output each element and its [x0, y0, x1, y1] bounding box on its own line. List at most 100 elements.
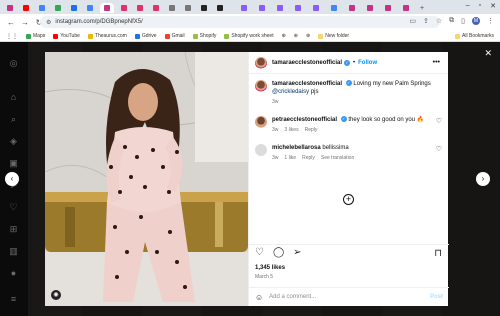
like-count[interactable]: 1,345 likes [255, 265, 285, 271]
bookmark-thesaurus[interactable]: Theaurus.com [87, 33, 127, 39]
browser-tab[interactable] [238, 3, 250, 13]
reply-button[interactable]: Reply [302, 154, 315, 162]
maximize-icon[interactable]: ▫ [479, 2, 481, 10]
comment-input[interactable]: Add a comment... [269, 294, 430, 300]
post-comment-button[interactable]: Post [430, 294, 443, 300]
close-window-icon[interactable]: ✕ [490, 2, 496, 10]
browser-toolbar: ← → ↻ ⚙ instagram.com/p/DGBpnepNfX5/ ▭ ⇪… [0, 14, 500, 31]
bookmark-globe-3[interactable]: ⊕ [306, 33, 310, 39]
caption-author[interactable]: tamaraecclestoneofficial [272, 81, 342, 87]
browser-tab[interactable] [292, 3, 304, 13]
comment-username[interactable]: michelebellarosa [272, 145, 321, 151]
emoji-picker-icon[interactable]: ☺ [255, 293, 263, 302]
new-tab-plus-icon[interactable]: + [416, 3, 428, 13]
save-bookmark-icon[interactable]: ⊓ [434, 248, 442, 259]
load-more-comments-icon[interactable]: + [343, 194, 354, 205]
post-photo[interactable]: ◉ [45, 52, 248, 306]
all-bookmarks[interactable]: All Bookmarks [455, 33, 494, 39]
like-comment-heart-icon[interactable]: ♡ [436, 117, 442, 125]
comment-icon[interactable]: ◯ [273, 247, 284, 258]
window-light [195, 52, 248, 162]
tagged-user-icon[interactable]: ◉ [51, 290, 61, 300]
caption-text: Loving my new Palm Springs [353, 81, 431, 87]
browser-tab[interactable] [328, 3, 340, 13]
browser-tab[interactable] [274, 3, 286, 13]
bookmark-globe-1[interactable]: ⊕ [282, 33, 286, 39]
comment-likes[interactable]: 1 like [284, 154, 296, 162]
caption-suffix: pjs [309, 89, 319, 95]
author-username[interactable]: tamaraecclestoneofficial [272, 60, 342, 66]
cast-icon[interactable]: ▭ [409, 17, 416, 25]
bookmark-youtube[interactable]: YouTube [53, 33, 80, 39]
see-translation-button[interactable]: See translation [321, 154, 354, 162]
folder-icon [318, 33, 324, 39]
sidebar-icon[interactable]: ▯ [461, 17, 465, 25]
browser-tab[interactable] [382, 3, 394, 13]
browser-tab[interactable] [52, 3, 64, 13]
commenter-avatar[interactable] [255, 116, 267, 128]
bookmark-gmail[interactable]: Gmail [164, 33, 185, 39]
browser-tab[interactable] [346, 3, 358, 13]
bookmark-shopify-worksheet[interactable]: Shopify work sheet [224, 33, 274, 39]
back-arrow-icon[interactable]: ← [6, 18, 16, 27]
browser-tab[interactable] [400, 3, 412, 13]
author-avatar[interactable] [255, 56, 267, 69]
address-bar[interactable]: ⚙ instagram.com/p/DGBpnepNfX5/ [40, 16, 440, 28]
browser-tab[interactable] [150, 3, 162, 13]
caption-age[interactable]: 3w [272, 98, 278, 106]
share-send-icon[interactable]: ➢ [293, 247, 301, 258]
comment-age[interactable]: 3w [272, 126, 278, 134]
minimize-icon[interactable]: – [466, 2, 470, 10]
author-avatar[interactable] [255, 80, 267, 92]
browser-tab[interactable] [166, 3, 178, 13]
browser-tab[interactable] [134, 3, 146, 13]
caption-mention[interactable]: @crickledaisy [272, 89, 309, 95]
reply-button[interactable]: Reply [305, 126, 318, 134]
share-icon[interactable]: ⇪ [423, 17, 429, 25]
browser-tab[interactable] [36, 3, 48, 13]
forward-arrow-icon[interactable]: → [20, 18, 30, 27]
next-post-arrow-icon[interactable]: › [476, 172, 490, 186]
browser-tab[interactable] [214, 3, 226, 13]
add-comment-bar: ☺ Add a comment... Post [249, 287, 449, 306]
comment-username[interactable]: petraecclestoneofficial [272, 117, 337, 123]
close-icon[interactable]: ✕ [484, 48, 492, 59]
bookmark-star-icon[interactable]: ☆ [436, 17, 442, 25]
follow-button[interactable]: Follow [358, 60, 377, 66]
browser-tab-active[interactable] [100, 3, 114, 13]
bookmark-globe-2[interactable]: ⊕ [294, 33, 298, 39]
commenter-avatar[interactable] [255, 144, 267, 156]
bookmark-new-folder[interactable]: New folder [318, 33, 349, 39]
comment-text: they look so good on you [348, 117, 416, 123]
browser-tab[interactable] [4, 3, 16, 13]
browser-tab[interactable] [20, 3, 32, 13]
bookmark-gdrive[interactable]: Gdrive [134, 33, 157, 39]
post-date[interactable]: March 5 [255, 274, 273, 280]
site-info-icon[interactable]: ⚙ [46, 19, 51, 26]
like-heart-icon[interactable]: ♡ [255, 247, 264, 258]
browser-menu-icon[interactable]: ⋮ [487, 17, 494, 25]
comment-age[interactable]: 3w [272, 154, 278, 162]
browser-tab[interactable] [84, 3, 96, 13]
browser-tab[interactable] [118, 3, 130, 13]
verified-badge-icon: ✓ [345, 80, 352, 87]
post-modal: ◉ tamaraecclestoneofficial ✓ • Follow ••… [45, 52, 449, 306]
browser-tab[interactable] [68, 3, 80, 13]
browser-tab[interactable] [310, 3, 322, 13]
comment-likes[interactable]: 3 likes [284, 126, 298, 134]
post-actions: ♡ ◯ ➢ ⊓ [249, 244, 449, 260]
url-text[interactable]: instagram.com/p/DGBpnepNfX5/ [55, 19, 142, 25]
apps-grid-icon[interactable]: ⋮⋮ [6, 33, 18, 40]
previous-post-arrow-icon[interactable]: ‹ [5, 172, 19, 186]
browser-tab[interactable] [182, 3, 194, 13]
browser-tab[interactable] [364, 3, 376, 13]
profile-avatar[interactable]: M [472, 17, 480, 25]
extensions-icon[interactable]: ⧉ [449, 17, 454, 25]
bookmark-shopify[interactable]: Shopify [192, 33, 216, 39]
more-options-icon[interactable]: ••• [433, 59, 440, 66]
like-comment-heart-icon[interactable]: ♡ [436, 145, 442, 153]
browser-tab[interactable] [198, 3, 210, 13]
bathtub-reflection [65, 207, 75, 247]
browser-tab[interactable] [256, 3, 268, 13]
bookmark-maps[interactable]: Maps [26, 33, 45, 39]
